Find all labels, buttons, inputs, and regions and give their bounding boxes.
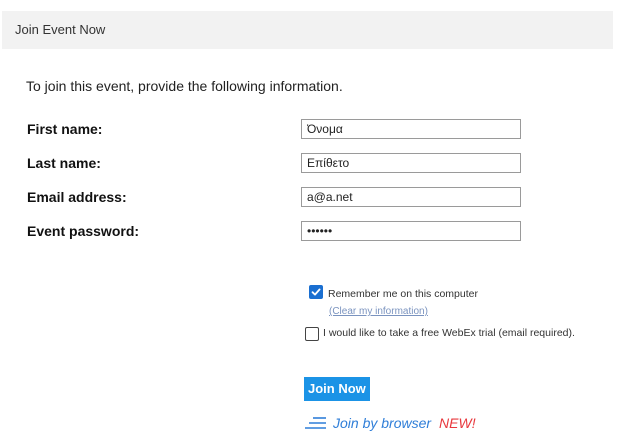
remember-label: Remember me on this computer (328, 288, 478, 300)
header-bar: Join Event Now (2, 11, 613, 49)
email-input[interactable] (301, 187, 521, 207)
clear-information-link[interactable]: (Clear my information) (329, 306, 428, 317)
trial-checkbox[interactable] (305, 327, 319, 341)
remember-checkbox[interactable] (309, 285, 323, 299)
last-name-label: Last name: (27, 155, 101, 171)
page-title: Join Event Now (15, 22, 106, 37)
join-by-browser-link[interactable]: Join by browser NEW! (305, 415, 476, 431)
password-label: Event password: (27, 223, 140, 239)
new-badge: NEW! (439, 415, 476, 431)
join-now-button[interactable]: Join Now (304, 377, 370, 401)
trial-label: I would like to take a free WebEx trial … (323, 327, 575, 339)
intro-text: To join this event, provide the followin… (26, 78, 343, 94)
first-name-input[interactable] (301, 119, 521, 139)
first-name-label: First name: (27, 121, 103, 137)
menu-lines-icon (305, 417, 326, 429)
last-name-input[interactable] (301, 153, 521, 173)
join-by-browser-label: Join by browser (333, 415, 432, 431)
password-input[interactable] (301, 221, 521, 241)
check-icon (311, 288, 321, 296)
email-label: Email address: (27, 189, 127, 205)
